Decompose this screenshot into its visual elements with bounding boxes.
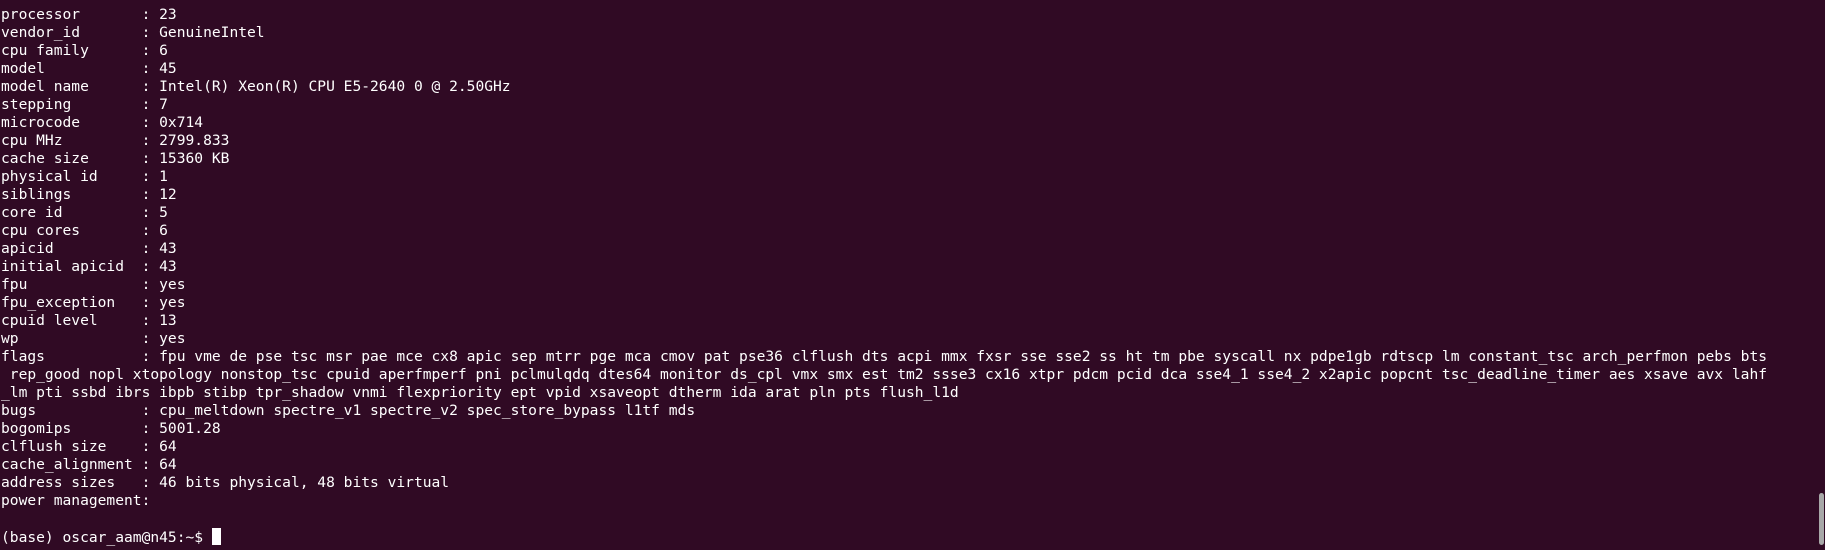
output-line-siblings: siblings : 12 <box>1 186 177 203</box>
scrollbar-thumb[interactable] <box>1819 493 1824 545</box>
output-line-flags: flags : fpu vme de pse tsc msr pae mce c… <box>1 348 1768 365</box>
output-line-cache-alignment: cache_alignment : 64 <box>1 456 177 473</box>
command-prompt-line[interactable]: (base) oscar_aam@n45:~$ <box>1 528 1825 546</box>
output-line-cache-size: cache size : 15360 KB <box>1 150 230 167</box>
output-line-bugs: bugs : cpu_meltdown spectre_v1 spectre_v… <box>1 402 696 419</box>
text-cursor <box>211 528 221 545</box>
terminal-output: processor : 23 vendor_id : GenuineIntel … <box>1 6 1825 510</box>
output-line-bogomips: bogomips : 5001.28 <box>1 420 221 437</box>
output-line-apicid: apicid : 43 <box>1 240 177 257</box>
output-line-model-name: model name : Intel(R) Xeon(R) CPU E5-264… <box>1 78 511 95</box>
scrollbar[interactable] <box>1817 0 1825 550</box>
output-line-clflush-size: clflush size : 64 <box>1 438 177 455</box>
output-line-cpuid-level: cpuid level : 13 <box>1 312 177 329</box>
output-line-core-id: core id : 5 <box>1 204 168 221</box>
output-line-power-management: power management: <box>1 492 151 509</box>
output-line-cpu-mhz: cpu MHz : 2799.833 <box>1 132 230 149</box>
output-line-flags-continued-1: rep_good nopl xtopology nonstop_tsc cpui… <box>1 366 1768 383</box>
output-line-stepping: stepping : 7 <box>1 96 168 113</box>
output-line-cpu-family: cpu family : 6 <box>1 42 168 59</box>
output-line-fpu: fpu : yes <box>1 276 186 293</box>
output-line-cpu-cores: cpu cores : 6 <box>1 222 168 239</box>
shell-prompt: (base) oscar_aam@n45:~$ <box>1 529 212 546</box>
output-line-microcode: microcode : 0x714 <box>1 114 204 131</box>
output-line-fpu-exception: fpu_exception : yes <box>1 294 186 311</box>
output-line-address-sizes: address sizes : 46 bits physical, 48 bit… <box>1 474 450 491</box>
output-line-initial-apicid: initial apicid : 43 <box>1 258 177 275</box>
output-line-flags-continued-2: _lm pti ssbd ibrs ibpb stibp tpr_shadow … <box>1 384 959 401</box>
output-line-vendor-id: vendor_id : GenuineIntel <box>1 24 265 41</box>
output-line-processor: processor : 23 <box>1 6 177 23</box>
terminal-window[interactable]: processor : 23 vendor_id : GenuineIntel … <box>0 0 1825 550</box>
output-line-physical-id: physical id : 1 <box>1 168 168 185</box>
output-line-model: model : 45 <box>1 60 177 77</box>
output-line-wp: wp : yes <box>1 330 186 347</box>
